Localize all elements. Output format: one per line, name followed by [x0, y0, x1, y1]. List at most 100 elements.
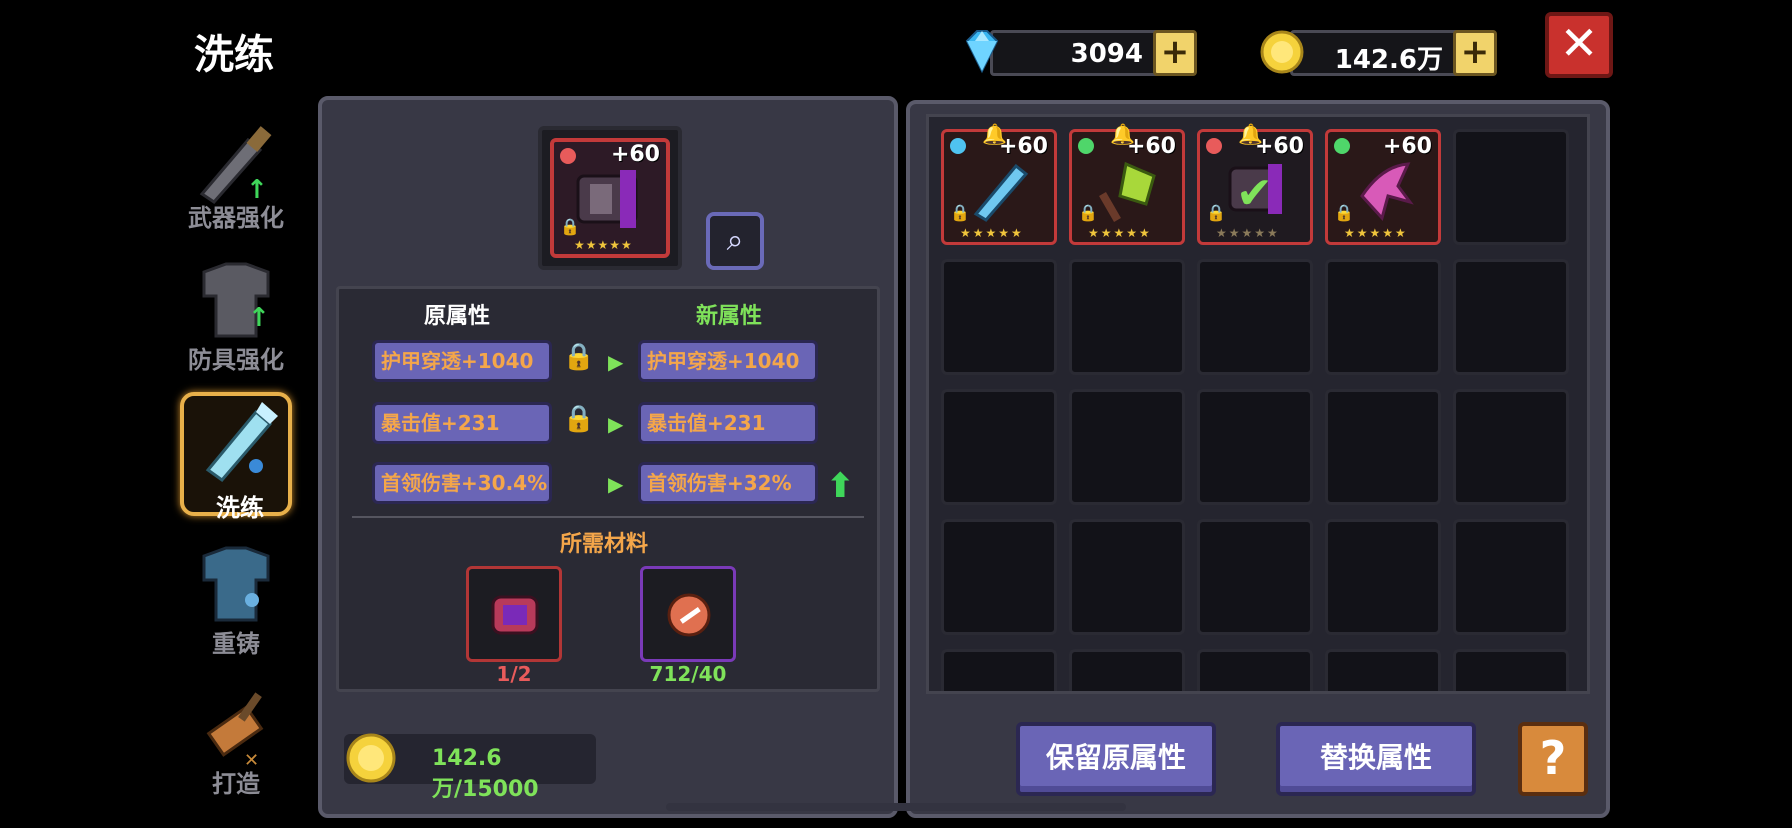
page-title: 洗练	[194, 32, 274, 78]
inventory-slot-empty[interactable]	[1325, 519, 1441, 635]
help-button[interactable]: ?	[1518, 722, 1588, 796]
green-axe-icon	[1099, 161, 1156, 222]
diamond-icon	[965, 30, 999, 74]
item-stars: ★★★★★	[1344, 226, 1408, 240]
lock-icon: 🔒	[1334, 203, 1354, 222]
material-slot-2[interactable]	[640, 566, 736, 662]
svg-text:↑: ↑	[248, 303, 270, 333]
old-stat-2: 暴击值+231	[372, 402, 552, 444]
new-stat-2: 暴击值+231	[638, 402, 818, 444]
inventory-slot-empty[interactable]	[941, 649, 1057, 691]
inventory-slot-empty[interactable]	[941, 389, 1057, 505]
nav-recast[interactable]: 重铸	[180, 542, 292, 662]
inventory-slot-empty[interactable]	[941, 259, 1057, 375]
close-button[interactable]: ✕	[1545, 12, 1613, 78]
inventory-item[interactable]: +60 🔒 ★★★★★	[1325, 129, 1441, 245]
materials-header: 所需材料	[560, 532, 649, 557]
add-gems-button[interactable]: +	[1153, 30, 1197, 76]
inventory-item[interactable]: 🔔 +60 🔒 ★★★★★	[941, 122, 1057, 245]
item-stars: ★★★★★	[1216, 226, 1280, 240]
inventory-slot-empty[interactable]	[1325, 649, 1441, 691]
orange-orb-icon	[667, 593, 711, 637]
new-stat-3: 首领伤害+32%	[638, 462, 818, 504]
selected-check-icon: ✔	[1236, 168, 1273, 219]
inventory-slot-empty[interactable]	[1197, 389, 1313, 505]
new-stats-header: 新属性	[696, 304, 763, 329]
old-stats-header: 原属性	[424, 304, 491, 329]
inventory-slot-empty[interactable]	[1453, 129, 1569, 245]
item-level: +60	[1254, 134, 1304, 159]
equipment-level: +60	[610, 142, 660, 167]
scroll-indicator	[666, 803, 1126, 811]
nav-weapon-upgrade[interactable]: ↑ 武器强化	[180, 116, 292, 236]
inventory-slot-empty[interactable]	[1453, 389, 1569, 505]
gold-count: 142.6万	[1334, 45, 1443, 75]
gem-counter: 3094 +	[965, 30, 1197, 76]
gem-count: 3094	[1070, 39, 1143, 69]
gem-icon	[950, 138, 966, 154]
inventory-item[interactable]: 🔔 +60 🔒 ★★★★★ ✔	[1197, 122, 1313, 245]
inventory-slot-empty[interactable]	[1069, 259, 1185, 375]
item-level: +60	[998, 134, 1048, 159]
gem-icon	[1078, 138, 1094, 154]
magnify-button[interactable]: ⌕	[706, 212, 764, 270]
inventory-slot-empty[interactable]	[1453, 259, 1569, 375]
nav-label: 洗练	[216, 494, 264, 522]
inventory-slot-empty[interactable]	[1197, 649, 1313, 691]
inventory-slot-empty[interactable]	[1069, 519, 1185, 635]
material-count-2: 712/40	[649, 662, 727, 686]
inventory-slot-empty[interactable]	[1325, 389, 1441, 505]
keep-original-button[interactable]: 保留原属性	[1016, 722, 1216, 796]
inventory-slot-empty[interactable]	[1453, 649, 1569, 691]
gold-cost-bar: 142.6万/15000	[344, 733, 596, 802]
nav-refine[interactable]: 洗练	[180, 392, 292, 522]
selected-equipment-slot[interactable]: +60 🔒 ★★★★★	[538, 126, 682, 270]
inventory-slot-empty[interactable]	[1069, 389, 1185, 505]
arrow-right-icon: ▶	[608, 350, 624, 374]
refine-stone-icon	[491, 595, 539, 635]
divider	[352, 516, 864, 518]
inventory-slot-empty[interactable]	[941, 519, 1057, 635]
inventory-item[interactable]: 🔔 +60 🔒 ★★★★★	[1069, 122, 1185, 245]
stat-up-icon: ⬆	[826, 466, 855, 506]
pink-claw-icon	[1360, 162, 1414, 222]
nav-label: 重铸	[212, 630, 260, 658]
nav-label: 打造	[212, 770, 260, 798]
lock-icon: 🔒	[1078, 203, 1098, 222]
item-stars: ★★★★★	[1088, 226, 1152, 240]
replace-stats-button[interactable]: 替换属性	[1276, 722, 1476, 796]
gold-coin-icon	[346, 733, 396, 783]
nav-armor-upgrade[interactable]: ↑ 防具强化	[180, 258, 292, 378]
forge-hammer-icon: ✕	[206, 692, 264, 771]
gold-counter: 142.6万 +	[1260, 30, 1497, 76]
refine-sword-icon	[205, 402, 278, 483]
arrow-right-icon: ▶	[608, 472, 624, 496]
inventory-grid: 🔔 +60 🔒 ★★★★★ 🔔 +60 🔒 ★★★★★ 🔔 +60 🔒 ★★★★★ ✔ +60 🔒 ★★★★★	[926, 114, 1590, 694]
nav-forge[interactable]: ✕ 打造	[180, 682, 292, 802]
recast-armor-icon	[202, 546, 270, 622]
gem-icon	[1206, 138, 1222, 154]
gem-icon	[1334, 138, 1350, 154]
arrow-right-icon: ▶	[608, 412, 624, 436]
inventory-slot-empty[interactable]	[1453, 519, 1569, 635]
gold-cost: 142.6万/15000	[432, 746, 539, 802]
old-stat-1: 护甲穿透+1040	[372, 340, 552, 382]
armor-upgrade-icon: ↑	[202, 262, 270, 338]
inventory-slot-empty[interactable]	[1069, 649, 1185, 691]
inventory-slot-empty[interactable]	[1325, 259, 1441, 375]
material-slot-1[interactable]	[466, 566, 562, 662]
lock-icon: 🔒	[560, 217, 580, 236]
dark-gauntlet-icon	[576, 170, 638, 228]
old-stat-3: 首领伤害+30.4%	[372, 462, 552, 504]
lock-stat-1-icon[interactable]: 🔒	[562, 342, 596, 378]
sword-upgrade-icon: ↑	[199, 126, 272, 205]
inventory-slot-empty[interactable]	[1197, 259, 1313, 375]
lock-stat-2-icon[interactable]: 🔒	[562, 404, 596, 440]
lock-icon: 🔒	[950, 203, 970, 222]
search-icon: ⌕	[726, 223, 744, 258]
nav-label: 武器强化	[188, 204, 284, 232]
lock-icon: 🔒	[1206, 203, 1226, 222]
inventory-slot-empty[interactable]	[1197, 519, 1313, 635]
add-gold-button[interactable]: +	[1453, 30, 1497, 76]
item-level: +60	[1126, 134, 1176, 159]
